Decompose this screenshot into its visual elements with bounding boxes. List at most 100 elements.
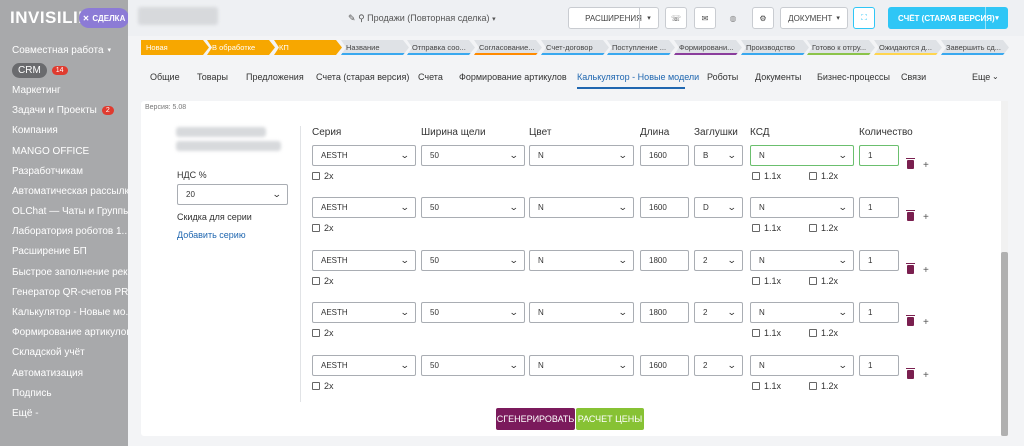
caps-select[interactable]: 2 ⌄ — [694, 302, 743, 323]
sidebar-item[interactable]: Калькулятор - Новые мо... — [0, 302, 128, 322]
sidebar-item[interactable]: Быстрое заполнение рек... — [0, 262, 128, 282]
tab-item[interactable]: Счета — [418, 72, 443, 82]
caps-select[interactable]: 2 ⌄ — [694, 250, 743, 271]
tab-item[interactable]: Общие — [150, 72, 180, 82]
slot-width-select[interactable]: 50 ⌄ — [421, 355, 525, 376]
extensions-button[interactable]: РАСШИРЕНИЯ ▾ — [568, 7, 659, 29]
checkbox-box[interactable] — [312, 329, 320, 337]
color-select[interactable]: N ⌄ — [529, 355, 634, 376]
checkbox-box[interactable] — [312, 224, 320, 232]
sidebar-item[interactable]: Лаборатория роботов 1... — [0, 222, 128, 242]
quantity-input[interactable]: 1 — [859, 197, 899, 218]
pipeline-stage[interactable]: КП — [274, 40, 342, 55]
length-input[interactable]: 1600 — [640, 355, 689, 376]
deal-button[interactable]: ✕ СДЕЛКА — [79, 8, 129, 28]
sidebar-item[interactable]: Генератор QR-счетов PR... — [0, 282, 128, 302]
checkbox-box[interactable] — [809, 224, 817, 232]
sidebar-item[interactable]: Компания — [0, 121, 128, 141]
ksd-select[interactable]: N ⌄ — [750, 250, 854, 271]
length-input[interactable]: 1600 — [640, 197, 689, 218]
ksd-select[interactable]: N ⌄ — [750, 197, 854, 218]
trash-icon[interactable] — [906, 158, 915, 169]
checkbox-1-1x[interactable]: 1.1x — [752, 223, 781, 233]
color-select[interactable]: N ⌄ — [529, 197, 634, 218]
length-input[interactable]: 1600 — [640, 145, 689, 166]
series-select[interactable]: AESTH ⌄ — [312, 145, 416, 166]
length-input[interactable]: 1800 — [640, 250, 689, 271]
add-series-link[interactable]: Добавить серию — [177, 230, 246, 240]
sidebar-item[interactable]: CRM 14 — [0, 60, 128, 80]
checkbox-box[interactable] — [752, 382, 760, 390]
tab-item[interactable]: Счета (старая версия) — [316, 72, 409, 82]
add-row-icon[interactable]: + — [923, 265, 929, 276]
sidebar-item[interactable]: Складской учёт — [0, 343, 128, 363]
slot-width-select[interactable]: 50 ⌄ — [421, 302, 525, 323]
tab-item[interactable]: Документы — [755, 72, 801, 82]
pipeline-stage[interactable]: Счет-договор — [541, 40, 609, 55]
add-row-icon[interactable]: + — [923, 370, 929, 381]
checkbox-box[interactable] — [809, 172, 817, 180]
trash-icon[interactable] — [906, 263, 915, 274]
sidebar-item[interactable]: Разработчикам — [0, 161, 128, 181]
checkbox-box[interactable] — [752, 224, 760, 232]
series-select[interactable]: AESTH ⌄ — [312, 197, 416, 218]
slot-width-select[interactable]: 50 ⌄ — [421, 197, 525, 218]
checkbox-2x[interactable]: 2x — [312, 171, 334, 181]
sidebar-item[interactable]: OLChat — Чаты и Группы... — [0, 202, 128, 222]
checkbox-box[interactable] — [312, 172, 320, 180]
sidebar-item[interactable]: Автоматизация — [0, 363, 128, 383]
caps-select[interactable]: 2 ⌄ — [694, 355, 743, 376]
checkbox-1-1x[interactable]: 1.1x — [752, 171, 781, 181]
series-select[interactable]: AESTH ⌄ — [312, 355, 416, 376]
sidebar-item[interactable]: Ещё - — [0, 403, 128, 423]
sidebar-item[interactable]: Автоматическая рассылк... — [0, 181, 128, 201]
checkbox-box[interactable] — [752, 277, 760, 285]
checkbox-box[interactable] — [809, 382, 817, 390]
color-select[interactable]: N ⌄ — [529, 250, 634, 271]
checkbox-2x[interactable]: 2x — [312, 381, 334, 391]
checkbox-1-1x[interactable]: 1.1x — [752, 328, 781, 338]
slot-width-select[interactable]: 50 ⌄ — [421, 250, 525, 271]
pipeline-stage[interactable]: Производство — [741, 40, 809, 55]
series-select[interactable]: AESTH ⌄ — [312, 302, 416, 323]
checkbox-box[interactable] — [312, 277, 320, 285]
calculate-price-button[interactable]: РАСЧЕТ ЦЕНЫ — [576, 408, 644, 430]
checkbox-1-2x[interactable]: 1.2x — [809, 171, 838, 181]
checkbox-1-2x[interactable]: 1.2x — [809, 328, 838, 338]
tab-item[interactable]: Еще — [972, 72, 990, 82]
globe-icon[interactable]: ◍ — [723, 7, 743, 29]
pipeline-stage[interactable]: Новая — [141, 40, 209, 55]
quantity-input[interactable]: 1 — [859, 302, 899, 323]
pipeline-stage[interactable]: Формировани... — [674, 40, 742, 55]
checkbox-box[interactable] — [809, 329, 817, 337]
checkbox-2x[interactable]: 2x — [312, 223, 334, 233]
phone-icon[interactable]: ☏ — [665, 7, 687, 29]
document-button[interactable]: ДОКУМЕНТ ▾ — [780, 7, 848, 29]
length-input[interactable]: 1800 — [640, 302, 689, 323]
deal-category[interactable]: ✎ ⚲ Продажи (Повторная сделка) ▾ — [348, 13, 496, 24]
invoice-button[interactable]: СЧЁТ (СТАРАЯ ВЕРСИЯ) ▾ — [888, 7, 1008, 29]
quantity-input[interactable]: 1 — [859, 145, 899, 166]
sidebar-item[interactable]: Расширение БП — [0, 242, 128, 262]
sidebar-item[interactable]: Задачи и Проекты 2 — [0, 101, 128, 121]
sidebar-item[interactable]: Формирование артикулов — [0, 323, 128, 343]
pipeline-stage[interactable]: Ожидаются д... — [874, 40, 942, 55]
quantity-input[interactable]: 1 — [859, 355, 899, 376]
tab-item[interactable]: Предложения — [246, 72, 304, 82]
expand-icon[interactable]: ⛶ — [853, 7, 875, 29]
pipeline-stage[interactable]: Готово к отгру... — [807, 40, 875, 55]
pipeline-stage[interactable]: Поступление ... — [607, 40, 675, 55]
slot-width-select[interactable]: 50 ⌄ — [421, 145, 525, 166]
pipeline-stage[interactable]: В обработке — [207, 40, 275, 55]
checkbox-2x[interactable]: 2x — [312, 276, 334, 286]
color-select[interactable]: N ⌄ — [529, 145, 634, 166]
sidebar-item[interactable]: MANGO OFFICE — [0, 141, 128, 161]
checkbox-2x[interactable]: 2x — [312, 328, 334, 338]
pencil-icon[interactable]: ✎ — [348, 13, 356, 23]
pipeline-stage[interactable]: Завершить сд... — [941, 40, 1009, 55]
ksd-select[interactable]: N ⌄ — [750, 355, 854, 376]
tab-item[interactable]: Калькулятор - Новые модели — [577, 72, 699, 82]
checkbox-box[interactable] — [752, 172, 760, 180]
mail-icon[interactable]: ✉ — [694, 7, 716, 29]
ksd-select[interactable]: N ⌄ — [750, 145, 854, 166]
